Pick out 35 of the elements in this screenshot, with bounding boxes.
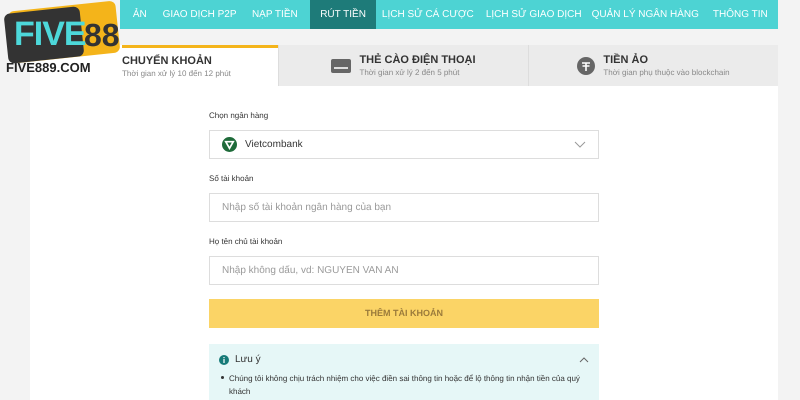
method-tab[interactable]: TIỀN ẢO Thời gian phụ thuộc vào blockchain <box>528 45 778 86</box>
logo-number: 88 <box>84 16 120 54</box>
account-number-field[interactable]: Nhập số tài khoản ngân hàng của bạn <box>209 193 599 222</box>
method-subtitle: Thời gian xử lý 10 đến 12 phút <box>122 68 231 80</box>
logo-domain: FIVE889.COM <box>6 60 91 76</box>
info-icon <box>219 354 229 364</box>
nav-tab[interactable]: GIAO DỊCH P2P <box>160 0 240 29</box>
field-label: Chọn ngân hàng <box>209 110 270 122</box>
nav-tab[interactable]: NẠP TIỀN <box>240 0 310 29</box>
tether-icon <box>577 56 596 74</box>
method-subtitle: Thời gian phụ thuộc vào blockchain <box>603 66 730 78</box>
nav-tab[interactable]: LỊCH SỬ GIAO DỊCH <box>480 0 588 29</box>
bank-logo-icon <box>222 137 237 152</box>
bullet-icon <box>221 376 224 379</box>
nav-tab[interactable]: THÔNG TIN <box>702 0 778 29</box>
note-title: Lưu ý <box>235 353 262 367</box>
nav-tab[interactable]: ẢN <box>120 0 160 29</box>
method-title: CHUYỂN KHOẢN <box>122 54 213 68</box>
chevron-down-icon <box>574 141 586 148</box>
nav-tab[interactable]: LỊCH SỬ CÁ CƯỢC <box>376 0 480 29</box>
nav-tab[interactable]: QUẢN LÝ NGÂN HÀNG <box>588 0 703 29</box>
method-title: THẺ CÀO ĐIỆN THOẠI <box>359 52 476 66</box>
account-name-field[interactable]: Nhập không dấu, vd: NGUYEN VAN AN <box>209 256 599 285</box>
field-label: Số tài khoản <box>209 173 254 185</box>
add-account-button[interactable]: THÊM TÀI KHOẢN <box>209 299 599 328</box>
method-title: TIỀN ẢO <box>603 52 650 66</box>
method-tab[interactable]: THẺ CÀO ĐIỆN THOẠI Thời gian xử lý 2 đến 5 phút <box>278 45 528 86</box>
chevron-up-icon[interactable] <box>579 356 589 362</box>
bank-select[interactable]: Vietcombank <box>209 130 599 159</box>
bank-value: Vietcombank <box>245 138 304 152</box>
field-label: Họ tên chủ tài khoản <box>209 236 284 248</box>
method-subtitle: Thời gian xử lý 2 đến 5 phút <box>359 66 460 78</box>
card-icon <box>331 58 352 72</box>
note-text: Chúng tôi không chịu trách nhiệm cho việc điền sai thông tin hoặc để lộ thông tin nhận tiền của quý khách <box>229 373 581 398</box>
nav-tab[interactable]: RÚT TIỀN <box>310 0 376 29</box>
